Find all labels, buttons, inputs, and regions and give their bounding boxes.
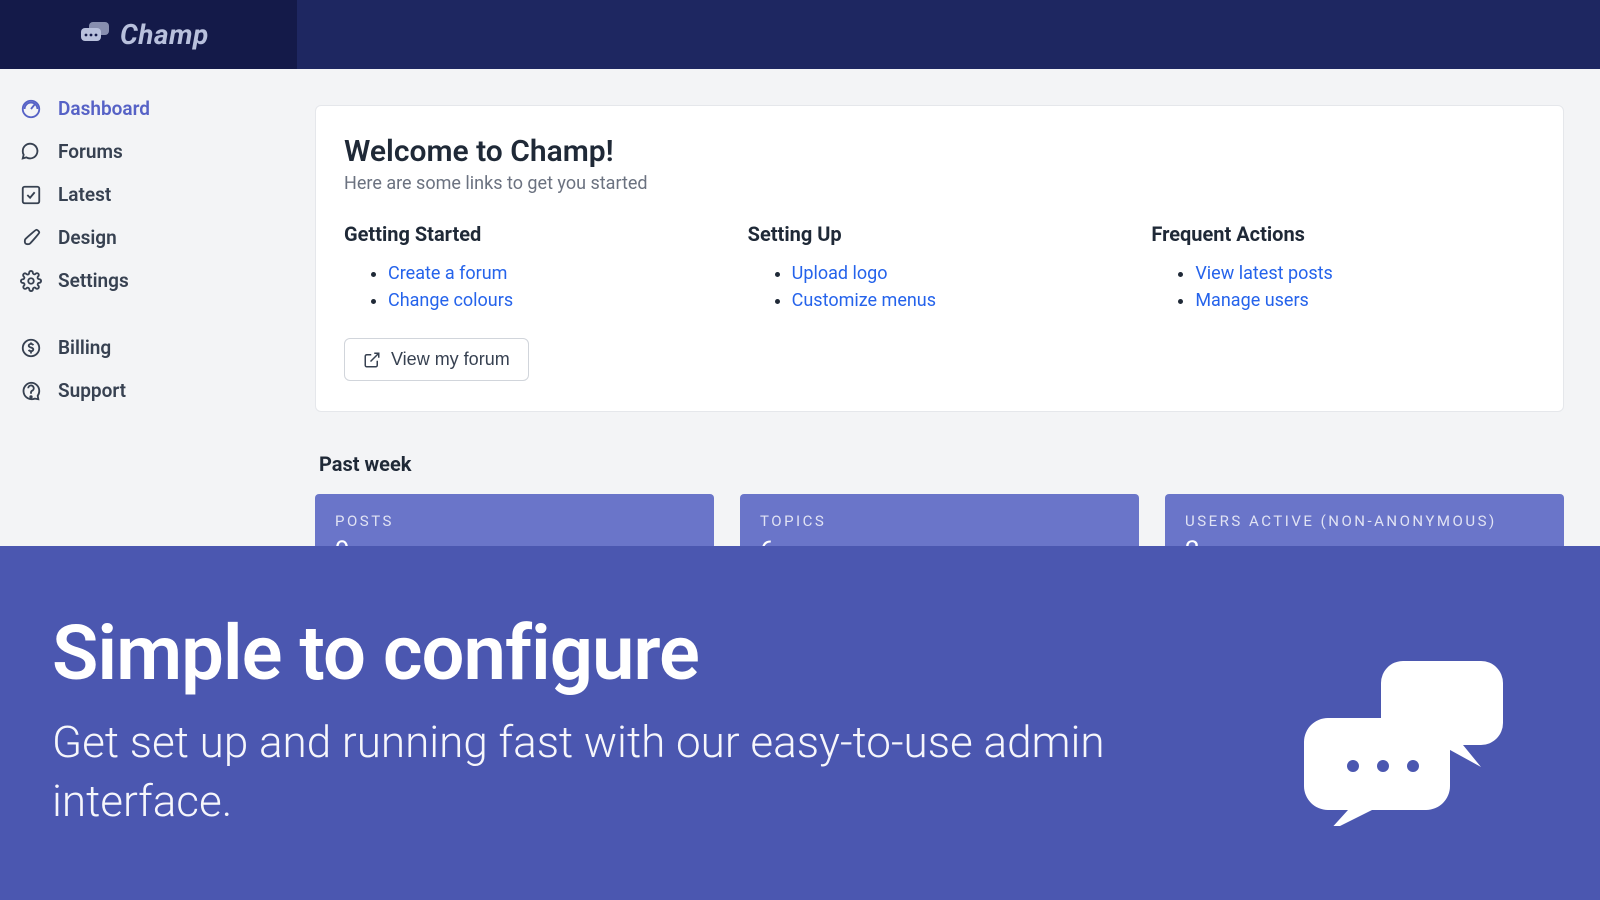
column-getting-started: Getting Started Create a forum Change co… xyxy=(344,222,728,381)
sidebar-item-latest[interactable]: Latest xyxy=(0,173,297,216)
welcome-title: Welcome to Champ! xyxy=(344,134,1535,169)
logo-area[interactable]: Champ xyxy=(0,0,297,69)
question-icon xyxy=(20,380,42,402)
stat-label: TOPICS xyxy=(760,512,1119,530)
welcome-subtitle: Here are some links to get you started xyxy=(344,173,1535,194)
top-bar: Champ xyxy=(0,0,1600,69)
sidebar-item-label: Dashboard xyxy=(58,97,150,120)
link-upload-logo[interactable]: Upload logo xyxy=(792,263,888,284)
sidebar-item-label: Forums xyxy=(58,140,123,163)
link-view-latest-posts[interactable]: View latest posts xyxy=(1195,263,1332,284)
past-week-title: Past week xyxy=(319,452,1564,476)
gauge-icon xyxy=(20,98,42,120)
gear-icon xyxy=(20,270,42,292)
chat-bubbles-icon xyxy=(1298,656,1508,830)
welcome-card: Welcome to Champ! Here are some links to… xyxy=(315,105,1564,412)
view-btn-label: View my forum xyxy=(391,349,510,370)
chat-icon xyxy=(20,141,42,163)
champ-logo-icon xyxy=(80,20,110,50)
sidebar-item-settings[interactable]: Settings xyxy=(0,259,297,302)
promo-banner: Simple to configure Get set up and runni… xyxy=(0,546,1600,900)
sidebar-item-label: Design xyxy=(58,226,117,249)
link-change-colours[interactable]: Change colours xyxy=(388,290,513,311)
stat-label: USERS ACTIVE (NON-ANONYMOUS) xyxy=(1185,512,1544,530)
link-create-forum[interactable]: Create a forum xyxy=(388,263,507,284)
promo-subtitle: Get set up and running fast with our eas… xyxy=(52,713,1232,832)
promo-title: Simple to configure xyxy=(52,615,1232,691)
nav-group-secondary: Billing Support xyxy=(0,326,297,412)
column-title: Setting Up xyxy=(748,222,1132,246)
link-manage-users[interactable]: Manage users xyxy=(1195,290,1309,311)
brush-icon xyxy=(20,227,42,249)
sidebar-item-label: Billing xyxy=(58,336,111,359)
link-customize-menus[interactable]: Customize menus xyxy=(792,290,936,311)
stat-label: POSTS xyxy=(335,512,694,530)
external-link-icon xyxy=(363,351,381,369)
column-setting-up: Setting Up Upload logo Customize menus xyxy=(748,222,1132,381)
nav-group-primary: Dashboard Forums Latest Design Settings xyxy=(0,87,297,302)
sidebar-item-dashboard[interactable]: Dashboard xyxy=(0,87,297,130)
sidebar-item-label: Latest xyxy=(58,183,111,206)
view-my-forum-button[interactable]: View my forum xyxy=(344,338,529,381)
column-frequent-actions: Frequent Actions View latest posts Manag… xyxy=(1151,222,1535,381)
sidebar-item-design[interactable]: Design xyxy=(0,216,297,259)
column-title: Getting Started xyxy=(344,222,728,246)
dollar-icon xyxy=(20,337,42,359)
sidebar-item-label: Settings xyxy=(58,269,129,292)
brand-name: Champ xyxy=(120,18,209,51)
sidebar-item-label: Support xyxy=(58,379,126,402)
sidebar-item-support[interactable]: Support xyxy=(0,369,297,412)
sidebar-item-forums[interactable]: Forums xyxy=(0,130,297,173)
column-title: Frequent Actions xyxy=(1151,222,1535,246)
sidebar-item-billing[interactable]: Billing xyxy=(0,326,297,369)
check-square-icon xyxy=(20,184,42,206)
